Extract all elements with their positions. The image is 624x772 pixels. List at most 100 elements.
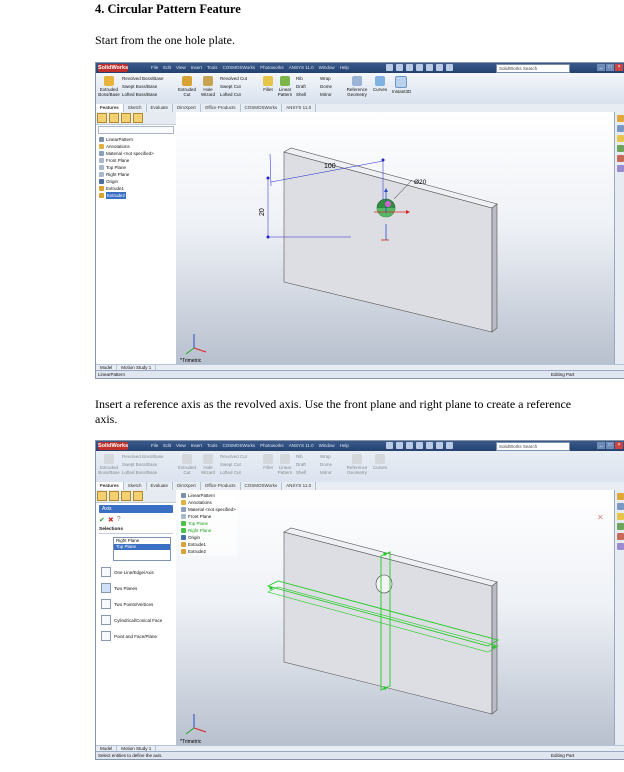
tab-office-products[interactable]: Office Products (201, 482, 241, 490)
swept-boss-button[interactable]: Swept Boss/Base (122, 84, 174, 89)
tree-item-extrude2[interactable]: Extrude2 (99, 192, 173, 199)
dimxpert-manager-tab-icon[interactable] (133, 113, 143, 123)
search-results-icon[interactable] (616, 523, 624, 530)
cancel-button[interactable]: ✖ (108, 516, 114, 524)
lofted-cut-button[interactable]: Lofted Cut (220, 92, 260, 97)
dome-button[interactable]: Dome (320, 84, 342, 89)
rebuild-icon[interactable] (436, 442, 443, 449)
menu-file[interactable]: File (151, 65, 158, 70)
menu-cosmosworks[interactable]: COSMOSWorks (223, 65, 256, 70)
maximize-button[interactable]: □ (606, 442, 614, 449)
revolved-cut-button[interactable]: Revolved Cut (220, 76, 260, 81)
configuration-manager-tab-icon[interactable] (121, 113, 131, 123)
dimension-20-label[interactable]: 20 (259, 208, 266, 216)
undo-icon[interactable] (426, 64, 433, 71)
design-library-icon[interactable] (616, 125, 624, 132)
tree-item-extrude1[interactable]: Extrude1 (99, 185, 173, 192)
search-input[interactable]: SolidWorks Search (496, 442, 570, 451)
feature-manager-tab-icon[interactable] (97, 491, 107, 501)
swept-cut-button[interactable]: Swept Cut (220, 84, 260, 89)
rib-button[interactable]: Rib (296, 76, 318, 81)
graphics-area[interactable]: 100 20 Ø20 *Trimetric (176, 112, 615, 365)
maximize-button[interactable]: □ (606, 64, 614, 71)
resources-icon[interactable] (616, 115, 624, 122)
selection-top-plane[interactable]: Top Plane (114, 544, 170, 550)
save-icon[interactable] (406, 64, 413, 71)
extruded-cut-button[interactable]: Extruded Cut (178, 76, 196, 97)
tab-sketch[interactable]: Sketch (124, 482, 147, 490)
print-icon[interactable] (416, 64, 423, 71)
tree-item-origin[interactable]: Origin (99, 178, 173, 185)
option-two-planes[interactable]: Two Planes (101, 583, 173, 593)
dimension-100-label[interactable]: 100 (324, 163, 336, 170)
view-palette-icon[interactable] (616, 533, 624, 540)
search-input[interactable]: SolidWorks Search (496, 64, 570, 73)
menu-window[interactable]: Window (319, 443, 335, 448)
tree-item-top-plane[interactable]: Top Plane (99, 164, 173, 171)
open-icon[interactable] (396, 442, 403, 449)
mirror-button[interactable]: Mirror (320, 92, 342, 97)
appearances-icon[interactable] (616, 165, 624, 172)
draft-button[interactable]: Draft (296, 84, 318, 89)
plane-handle[interactable] (269, 586, 273, 590)
shell-button[interactable]: Shell (296, 92, 318, 97)
menu-photoworks[interactable]: Photoworks (260, 443, 284, 448)
tab-evaluate[interactable]: Evaluate (147, 482, 174, 490)
menu-cosmosworks[interactable]: COSMOSWorks (223, 443, 256, 448)
menu-ansys[interactable]: ANSYS 11.0 (289, 65, 314, 70)
save-icon[interactable] (406, 442, 413, 449)
wrap-button[interactable]: Wrap (320, 76, 342, 81)
menu-edit[interactable]: Edit (163, 65, 171, 70)
tree-filter-input[interactable] (98, 126, 174, 134)
dimension-handle[interactable] (381, 158, 385, 162)
property-manager-tab-icon[interactable] (109, 491, 119, 501)
option-cylindrical-face[interactable]: Cylindrical/Conical Face (101, 615, 173, 625)
option-one-line[interactable]: One Line/Edge/Axis (101, 567, 173, 577)
new-icon[interactable] (386, 442, 393, 449)
dimension-handle[interactable] (266, 176, 270, 180)
menu-photoworks[interactable]: Photoworks (260, 65, 284, 70)
tab-ansys[interactable]: ANSYS 11.0 (282, 482, 317, 490)
tab-office-products[interactable]: Office Products (201, 104, 241, 112)
appearances-icon[interactable] (616, 543, 624, 550)
option-point-and-face[interactable]: Point and Face/Plane (101, 631, 173, 641)
menu-view[interactable]: View (176, 443, 186, 448)
tab-ansys[interactable]: ANSYS 11.0 (282, 104, 317, 112)
resources-icon[interactable] (616, 493, 624, 500)
tab-dimxpert[interactable]: DimXpert (173, 482, 201, 490)
cancel-corner-icon[interactable]: ✕ (597, 513, 604, 522)
hole-diameter-label[interactable]: Ø20 (414, 179, 427, 186)
tree-item-front-plane[interactable]: Front Plane (99, 157, 173, 164)
minimize-button[interactable]: _ (597, 64, 605, 71)
menu-help[interactable]: Help (340, 65, 349, 70)
ok-button[interactable]: ✔ (99, 516, 105, 524)
extruded-boss-button[interactable]: Extruded Boss/Base (98, 76, 120, 97)
file-explorer-icon[interactable] (616, 513, 624, 520)
print-icon[interactable] (416, 442, 423, 449)
selection-list[interactable]: Right Plane Top Plane (113, 537, 171, 561)
graphics-area[interactable]: LinearPattern Annotations Material <not … (176, 490, 615, 746)
open-icon[interactable] (396, 64, 403, 71)
fillet-button[interactable]: Fillet (262, 76, 274, 92)
hole-wizard-button[interactable]: Hole Wizard (200, 76, 216, 97)
tab-cosmosworks[interactable]: COSMOSWorks (241, 104, 283, 112)
menu-insert[interactable]: Insert (191, 65, 202, 70)
undo-icon[interactable] (426, 442, 433, 449)
new-icon[interactable] (386, 64, 393, 71)
close-button[interactable]: × (615, 442, 623, 449)
options-icon[interactable] (446, 64, 453, 71)
dimxpert-manager-tab-icon[interactable] (133, 491, 143, 501)
rebuild-icon[interactable] (436, 64, 443, 71)
design-library-icon[interactable] (616, 503, 624, 510)
menu-help[interactable]: Help (340, 443, 349, 448)
menu-window[interactable]: Window (319, 65, 335, 70)
view-palette-icon[interactable] (616, 155, 624, 162)
minimize-button[interactable]: _ (597, 442, 605, 449)
linear-pattern-button[interactable]: Linear Pattern (276, 76, 294, 97)
options-icon[interactable] (446, 442, 453, 449)
lofted-boss-button[interactable]: Lofted Boss/Base (122, 92, 174, 97)
tab-dimxpert[interactable]: DimXpert (173, 104, 201, 112)
option-two-points[interactable]: Two Points/Vertices (101, 599, 173, 609)
revolved-boss-button[interactable]: Revolved Boss/Base (122, 76, 174, 81)
menu-tools[interactable]: Tools (207, 65, 218, 70)
